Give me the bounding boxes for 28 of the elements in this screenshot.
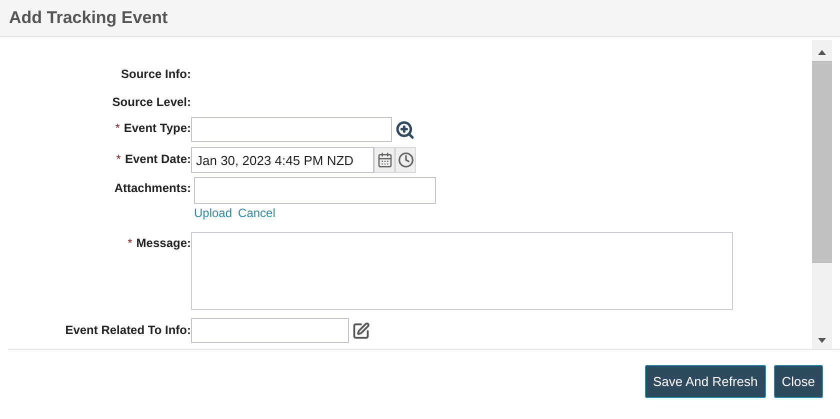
upload-link[interactable]: Cancel	[238, 206, 276, 220]
attachment-field[interactable]	[194, 177, 436, 204]
clock-button[interactable]	[395, 147, 416, 173]
close-button[interactable]: Close	[774, 365, 823, 398]
upload-link[interactable]: Upload	[194, 206, 232, 220]
required-mark: *	[116, 152, 121, 166]
field-label: Event Related To Info:	[65, 323, 191, 337]
date-field[interactable]: Jan 30, 2023 4:45 PM NZD	[191, 147, 374, 173]
required-mark: *	[115, 121, 120, 135]
scroll-down-icon[interactable]	[818, 338, 826, 343]
dialog-title: Add Tracking Event	[9, 8, 168, 28]
calendar-button[interactable]	[374, 147, 395, 173]
field-label: Event Date:	[124, 152, 191, 166]
save-button[interactable]: Save And Refresh	[644, 365, 766, 398]
edit-icon[interactable]	[352, 322, 370, 340]
scrollbar[interactable]	[812, 40, 832, 349]
field-label: Source Level:	[112, 95, 191, 109]
field-label: Message:	[136, 236, 191, 250]
message-field[interactable]	[191, 232, 733, 310]
field-label: Event Type:	[124, 121, 191, 135]
related-info-field[interactable]	[191, 318, 349, 343]
zoom-in-icon[interactable]	[395, 120, 415, 140]
field-label: Source Info:	[120, 67, 191, 81]
event-type-field[interactable]	[191, 117, 392, 142]
required-mark: *	[128, 236, 132, 250]
scroll-thumb[interactable]	[812, 61, 832, 263]
field-label: Attachments:	[114, 181, 191, 195]
scroll-up-icon[interactable]	[818, 50, 826, 55]
